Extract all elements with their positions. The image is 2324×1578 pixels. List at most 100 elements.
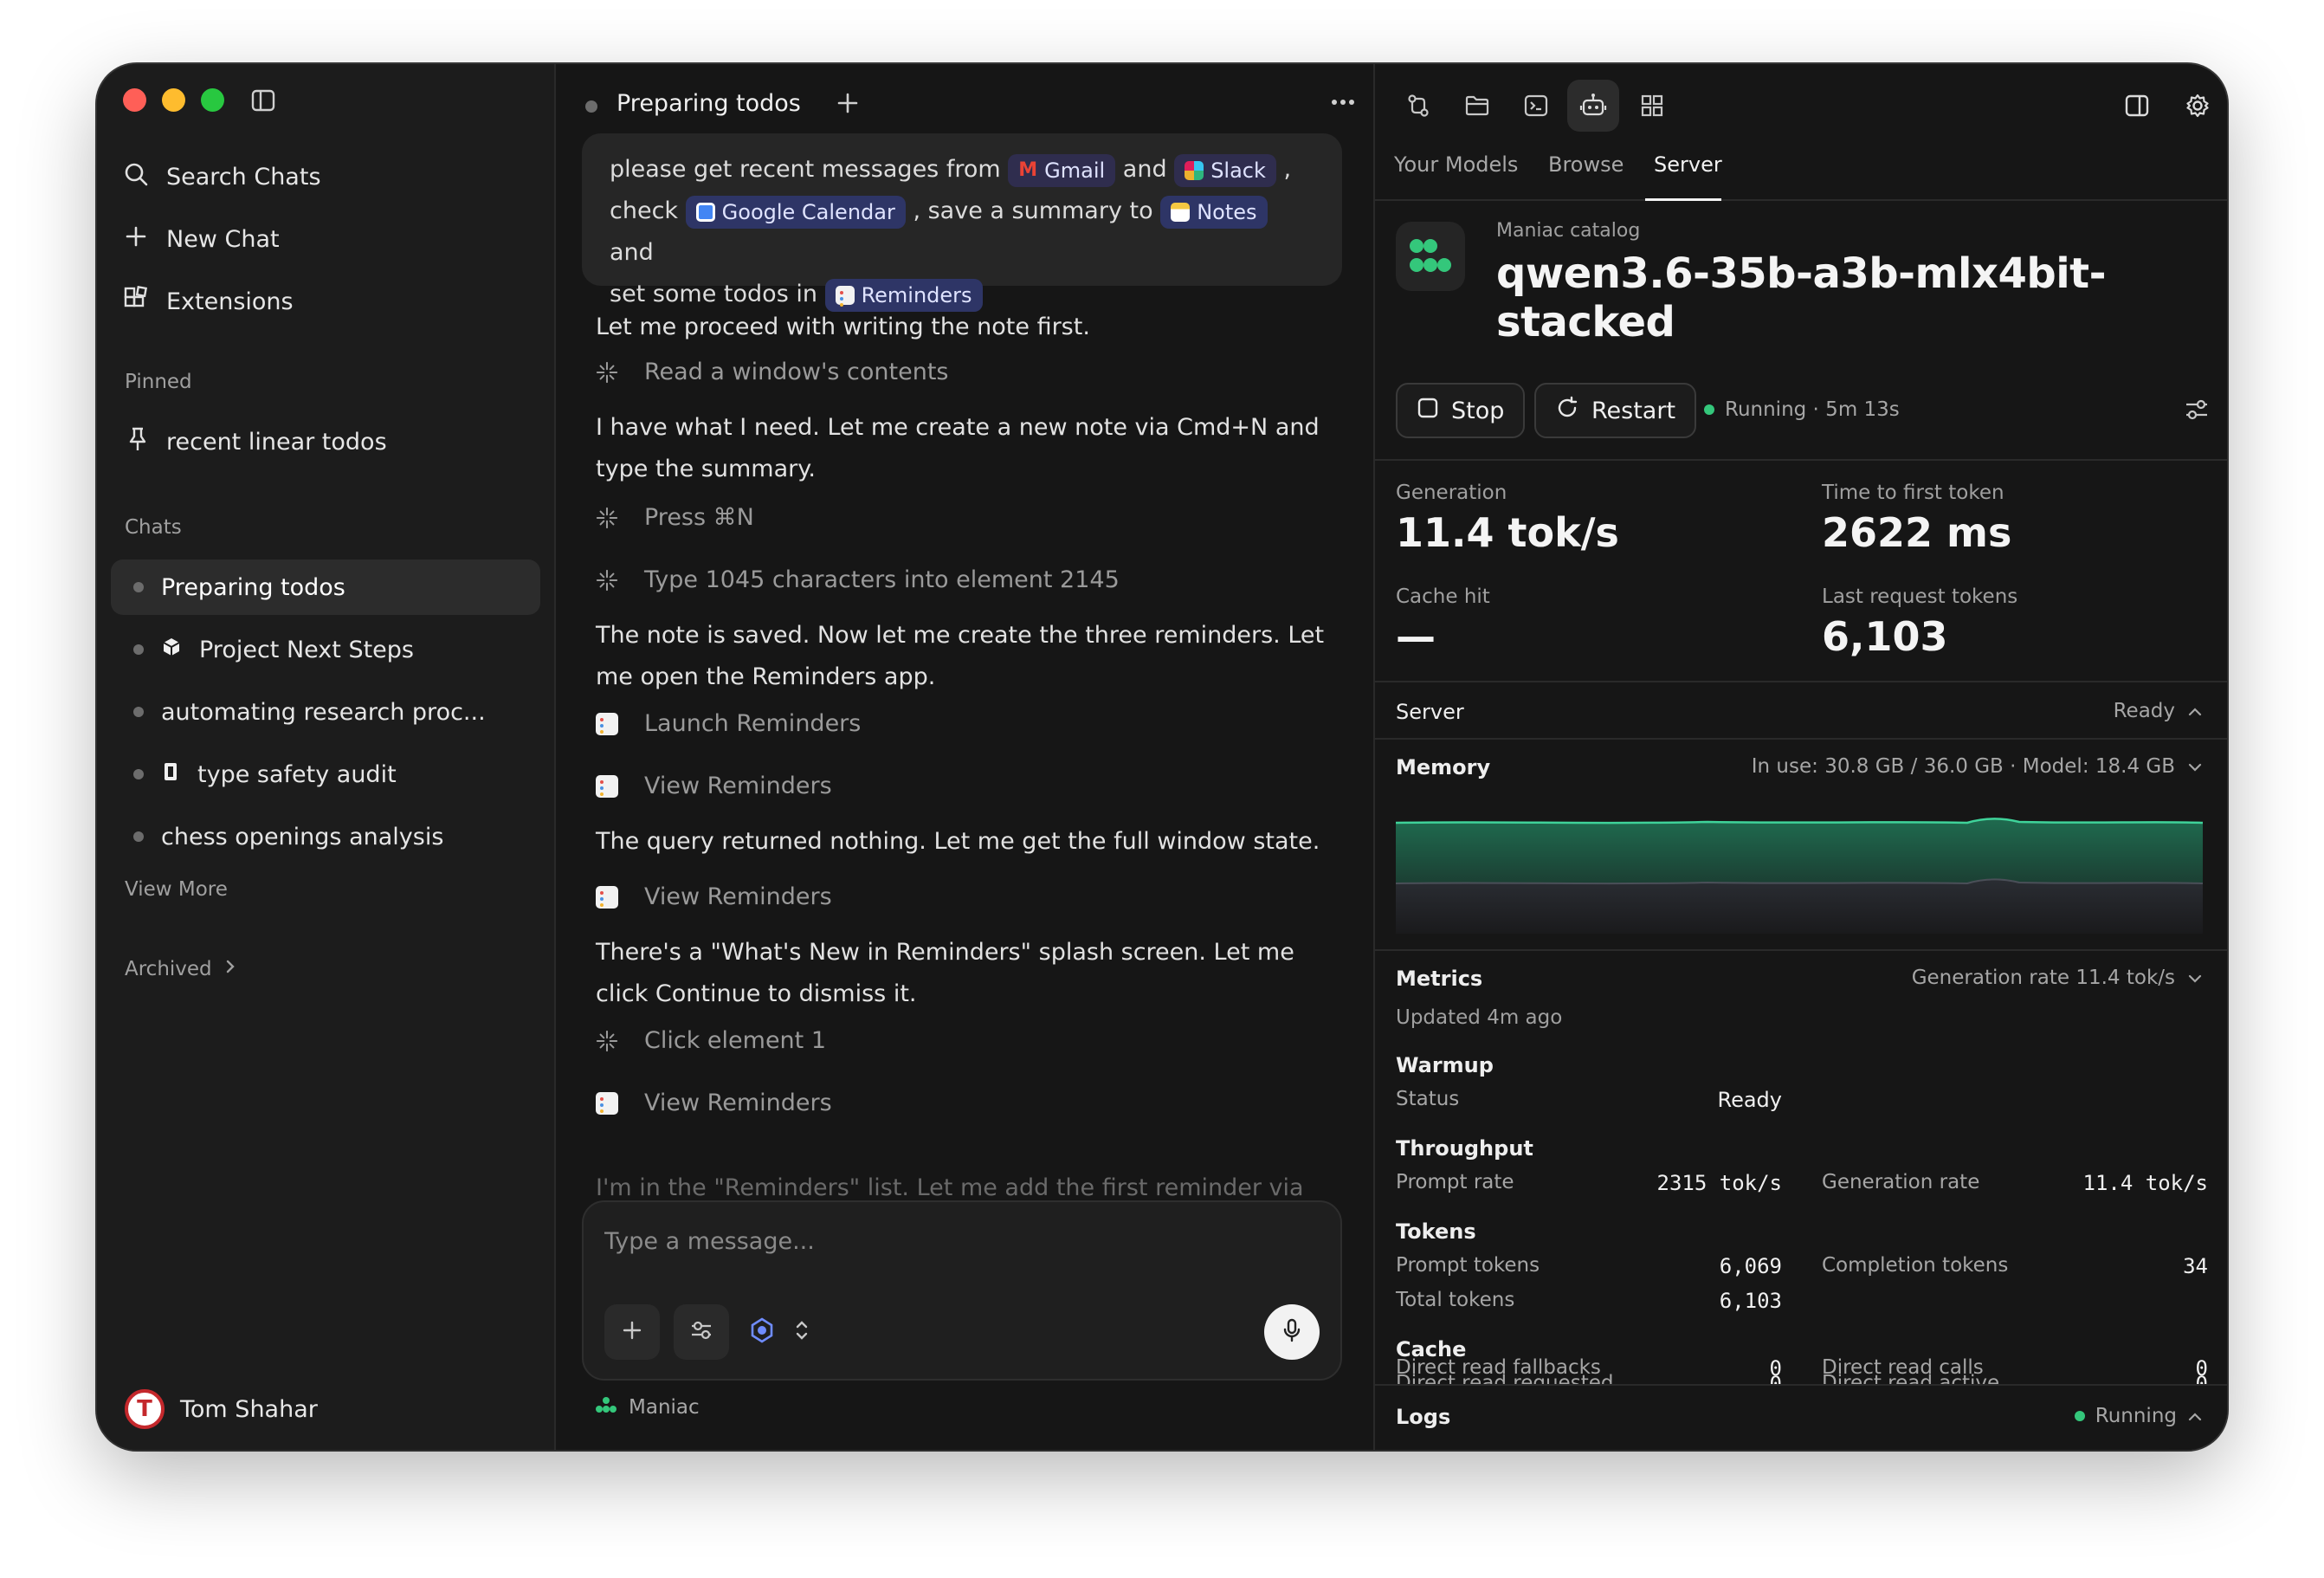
running-status-dot [1704, 404, 1714, 415]
chats-section-label: Chats [125, 516, 182, 539]
memory-summary[interactable]: In use: 30.8 GB / 36.0 GB · Model: 18.4 … [1752, 755, 2203, 778]
chevron-right-icon [224, 958, 236, 980]
notes-chip[interactable]: Notes [1160, 195, 1268, 229]
stop-button[interactable]: Stop [1396, 383, 1526, 438]
tool-call-label: View Reminders [644, 773, 832, 799]
archived-link[interactable]: Archived [125, 958, 236, 980]
logs-section-header[interactable]: Logs Running [1375, 1384, 2227, 1450]
server-section-header[interactable]: Server Ready [1375, 682, 2227, 740]
settings-gear-icon[interactable] [2172, 80, 2224, 132]
tab-browse[interactable]: Browse [1548, 152, 1624, 177]
avatar: T [125, 1389, 165, 1429]
minimize-window-button[interactable] [162, 88, 185, 112]
tool-call[interactable]: View Reminders [596, 773, 832, 799]
slack-chip[interactable]: Slack [1174, 153, 1276, 187]
memory-other-area [1396, 879, 2203, 934]
tool-call[interactable]: View Reminders [596, 1090, 832, 1116]
chat-item-project-next-steps[interactable]: Project Next Steps [111, 622, 540, 677]
sparkle-icon [596, 361, 618, 384]
pinned-item-recent-linear-todos[interactable]: recent linear todos [126, 426, 387, 458]
robot-icon[interactable] [1567, 80, 1619, 132]
user-profile[interactable]: T Tom Shahar [125, 1389, 318, 1429]
tool-call[interactable]: View Reminders [596, 883, 832, 910]
app-window: Search Chats New Chat Extensions Pinned … [97, 64, 2227, 1450]
google-calendar-chip[interactable]: Google Calendar [685, 195, 906, 229]
chat-item-chess-openings[interactable]: chess openings analysis [111, 809, 540, 864]
assistant-message: There's a "What's New in Reminders" spla… [596, 939, 1294, 1007]
extensions-button[interactable]: Extensions [123, 285, 294, 318]
settings-sliders-icon[interactable] [2184, 397, 2210, 426]
prompt-text: set some todos in [610, 281, 817, 307]
slack-icon [1185, 160, 1204, 180]
zoom-window-button[interactable] [201, 88, 224, 112]
memory-in-use-line [1396, 818, 2203, 825]
logs-status-text: Running [2095, 1405, 2177, 1427]
tab-server[interactable]: Server [1654, 152, 1722, 177]
stop-label: Stop [1451, 397, 1505, 424]
search-chats-button[interactable]: Search Chats [123, 161, 321, 193]
message-input[interactable] [604, 1221, 1314, 1261]
voice-input-button[interactable] [1264, 1304, 1320, 1360]
chat-item-type-safety-audit[interactable]: type safety audit [111, 747, 540, 802]
notes-chip-label: Notes [1197, 199, 1257, 224]
close-window-button[interactable] [123, 88, 146, 112]
more-options-icon[interactable] [1330, 94, 1356, 114]
extensions-label: Extensions [166, 288, 294, 315]
tool-call[interactable]: Launch Reminders [596, 710, 861, 737]
gmail-chip[interactable]: M Gmail [1008, 153, 1116, 187]
gen-rate-key: Generation rate [1822, 1171, 1980, 1193]
terminal-icon[interactable] [1510, 80, 1562, 132]
tool-call[interactable]: Click element 1 [596, 1027, 826, 1054]
new-chat-button[interactable]: New Chat [123, 223, 280, 255]
tool-call-label: Read a window's contents [644, 359, 949, 385]
tool-call-label: Press ⌘N [644, 504, 754, 531]
grid-icon[interactable] [1626, 80, 1678, 132]
memory-section: Memory In use: 30.8 GB / 36.0 GB · Model… [1375, 740, 2227, 951]
prompt-text: please get recent messages from [610, 156, 1001, 183]
chat-item-automating-research[interactable]: automating research proc... [111, 684, 540, 740]
chat-item-preparing-todos[interactable]: Preparing todos [111, 559, 540, 615]
assistant-message: The query returned nothing. Let me get t… [596, 828, 1320, 855]
memory-model-area [1396, 818, 2203, 883]
cache-hit-label: Cache hit [1396, 585, 1490, 608]
warmup-status-key: Status [1396, 1088, 1460, 1110]
tool-call[interactable]: Type 1045 characters into element 2145 [596, 566, 1120, 593]
sliders-icon [689, 1319, 713, 1345]
chevron-up-icon [2187, 1405, 2203, 1427]
direct-read-fallbacks-value: 0 [1769, 1356, 1782, 1381]
tool-call[interactable]: Read a window's contents [596, 359, 949, 385]
metrics-summary[interactable]: Generation rate 11.4 tok/s [1912, 967, 2203, 989]
panel-layout-icon[interactable] [2111, 80, 2163, 132]
gmail-icon: M [1018, 158, 1038, 181]
gmail-chip-label: Gmail [1044, 158, 1106, 183]
agent-selector[interactable] [748, 1316, 809, 1348]
generation-value: 11.4 tok/s [1396, 509, 1619, 556]
warmup-title: Warmup [1396, 1053, 1494, 1077]
metrics-section: Metrics Generation rate 11.4 tok/s Updat… [1375, 951, 2227, 1394]
tab-your-models[interactable]: Your Models [1394, 152, 1518, 177]
options-button[interactable] [674, 1304, 729, 1360]
git-branch-icon[interactable] [1392, 80, 1444, 132]
attach-button[interactable] [604, 1304, 660, 1360]
active-model-indicator[interactable]: Maniac [596, 1396, 700, 1419]
new-tab-icon[interactable] [835, 90, 861, 120]
message-composer [582, 1200, 1342, 1381]
folder-icon[interactable] [1451, 80, 1503, 132]
reminders-icon [596, 774, 618, 798]
assistant-message: The note is saved. Now let me create the… [596, 622, 1325, 690]
sidebar-toggle-icon[interactable] [251, 88, 275, 116]
chat-title: Preparing todos [617, 90, 801, 117]
reminders-icon [596, 1091, 618, 1115]
metrics-summary-text: Generation rate 11.4 tok/s [1911, 967, 2175, 989]
server-section-label: Server [1396, 700, 1464, 724]
tool-call[interactable]: Press ⌘N [596, 504, 754, 531]
chat-status-dot [585, 100, 597, 113]
sparkle-icon [596, 507, 618, 529]
search-icon [123, 161, 149, 193]
restart-button[interactable]: Restart [1534, 383, 1697, 438]
memory-usage-graph [1396, 818, 2203, 934]
plus-icon [123, 223, 149, 255]
view-more-link[interactable]: View More [125, 878, 228, 901]
extensions-icon [123, 285, 149, 318]
assistant-message: Let me proceed with writing the note fir… [596, 314, 1090, 340]
